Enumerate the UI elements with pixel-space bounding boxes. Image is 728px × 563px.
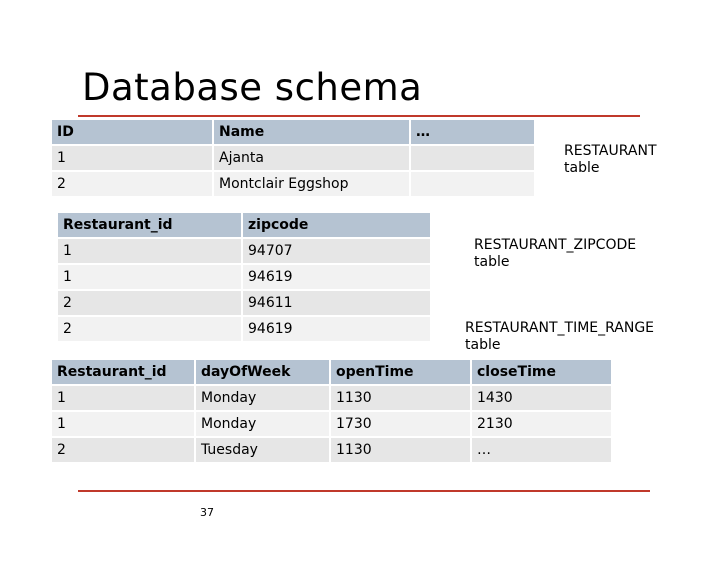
column-header: Name xyxy=(214,120,409,144)
table-cell: 2 xyxy=(52,172,212,196)
column-header: … xyxy=(411,120,534,144)
table-cell: 94707 xyxy=(243,239,430,263)
table-cell: 1130 xyxy=(331,386,470,410)
restaurant-table-label: RESTAURANT table xyxy=(564,143,657,176)
restaurant-time-range-table: Restaurant_id dayOfWeek openTime closeTi… xyxy=(50,358,613,464)
table-cell: 1 xyxy=(52,146,212,170)
table-cell xyxy=(411,146,534,170)
table-cell: Tuesday xyxy=(196,438,329,462)
table-row: 1 94707 xyxy=(58,239,430,263)
table-cell: 1 xyxy=(52,386,194,410)
table-row: 1 Monday 1130 1430 xyxy=(52,386,611,410)
table-row: 1 Ajanta xyxy=(52,146,534,170)
table-cell: … xyxy=(472,438,611,462)
slide-title: Database schema xyxy=(82,66,423,109)
column-header: ID xyxy=(52,120,212,144)
table-cell: 2 xyxy=(58,291,241,315)
table-cell: 1130 xyxy=(331,438,470,462)
table-row: 2 94611 xyxy=(58,291,430,315)
page-number: 37 xyxy=(200,506,214,519)
restaurant-time-range-table-label: RESTAURANT_TIME_RANGE table xyxy=(465,320,655,353)
restaurant-zipcode-table-label: RESTAURANT_ZIPCODE table xyxy=(474,237,637,270)
table-cell: 1430 xyxy=(472,386,611,410)
table-cell: 2 xyxy=(52,438,194,462)
column-header: openTime xyxy=(331,360,470,384)
column-header: Restaurant_id xyxy=(52,360,194,384)
table-cell: 1730 xyxy=(331,412,470,436)
column-header: zipcode xyxy=(243,213,430,237)
table-cell: Montclair Eggshop xyxy=(214,172,409,196)
table-cell: 2 xyxy=(58,317,241,341)
table-row: 2 Montclair Eggshop xyxy=(52,172,534,196)
table-row: 2 94619 xyxy=(58,317,430,341)
table-cell: 94611 xyxy=(243,291,430,315)
column-header: dayOfWeek xyxy=(196,360,329,384)
table-row: 1 94619 xyxy=(58,265,430,289)
table-cell: 94619 xyxy=(243,265,430,289)
table-row: 2 Tuesday 1130 … xyxy=(52,438,611,462)
table-row: 1 Monday 1730 2130 xyxy=(52,412,611,436)
footer-divider xyxy=(78,490,650,492)
column-header: closeTime xyxy=(472,360,611,384)
table-cell: Ajanta xyxy=(214,146,409,170)
table-cell: 1 xyxy=(52,412,194,436)
table-cell: Monday xyxy=(196,412,329,436)
table-cell: 2130 xyxy=(472,412,611,436)
table-cell: 1 xyxy=(58,239,241,263)
table-cell: Monday xyxy=(196,386,329,410)
table-cell: 94619 xyxy=(243,317,430,341)
title-divider xyxy=(78,115,640,117)
table-cell xyxy=(411,172,534,196)
restaurant-table: ID Name … 1 Ajanta 2 Montclair Eggshop xyxy=(50,118,536,198)
table-cell: 1 xyxy=(58,265,241,289)
restaurant-zipcode-table: Restaurant_id zipcode 1 94707 1 94619 2 … xyxy=(56,211,432,343)
column-header: Restaurant_id xyxy=(58,213,241,237)
